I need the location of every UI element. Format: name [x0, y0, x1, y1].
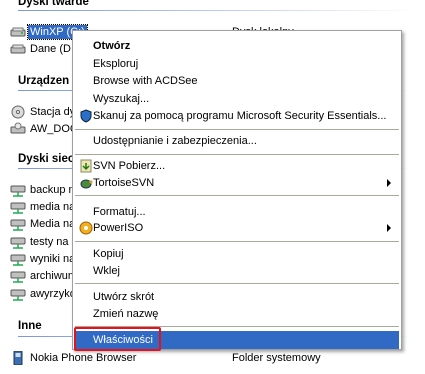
menu-item-sharing[interactable]: Udostępnianie i zabezpieczenia... [75, 132, 399, 150]
menu-item-label: PowerISO [93, 222, 144, 234]
menu-separator [75, 283, 399, 284]
drive-label: Stacja dy [30, 106, 76, 118]
network-drive-icon [10, 252, 26, 266]
section-header-hard-disks: Dyski twarde [18, 0, 89, 8]
menu-item-tortoisesvn[interactable]: TortoiseSVN [75, 174, 399, 192]
network-drive-wyniki[interactable]: wyniki na [10, 251, 77, 267]
menu-item-create-shortcut[interactable]: Utwórz skrót [75, 288, 399, 306]
network-drive-awyrzyko[interactable]: awyrzyko [10, 286, 78, 302]
menu-separator [75, 195, 399, 196]
nokia-phone-browser[interactable]: Nokia Phone Browser [10, 350, 138, 366]
network-drive-media-2[interactable]: Media na [10, 216, 77, 232]
menu-separator [75, 241, 399, 242]
section-header-removable: Urządzen [18, 75, 70, 87]
menu-item-label: SVN Pobierz... [93, 160, 166, 172]
network-drive-testy[interactable]: testy na . [10, 234, 77, 250]
section-divider [18, 10, 418, 11]
drive-stacja[interactable]: Stacja dy [10, 104, 77, 120]
optical-drive-icon [10, 105, 26, 119]
menu-item-explore[interactable]: Eksploruj [75, 55, 399, 73]
cd-drive-icon [10, 122, 26, 136]
menu-item-paste[interactable]: Wklej [75, 262, 399, 280]
section-header-network: Dyski siec [18, 153, 75, 165]
menu-separator [75, 129, 399, 130]
menu-item-scan[interactable]: Skanuj za pomocą programu Microsoft Secu… [75, 107, 399, 125]
item-label: Nokia Phone Browser [30, 352, 137, 364]
menu-item-label: Browse with ACDSee [93, 75, 198, 87]
submenu-arrow-icon [387, 224, 391, 232]
menu-item-label: Kopiuj [93, 248, 124, 260]
network-drive-icon [10, 183, 26, 197]
drive-label: Media na [30, 218, 76, 230]
highlight-box [74, 327, 161, 351]
submenu-arrow-icon [387, 179, 391, 187]
network-drive-icon [10, 269, 26, 283]
menu-separator [75, 154, 399, 155]
svn-update-icon [79, 159, 93, 173]
drive-aw-doc[interactable]: AW_DOC [10, 121, 80, 137]
context-menu: Otwórz Eksploruj Browse with ACDSee Wysz… [72, 30, 402, 350]
hard-drive-icon [10, 25, 26, 39]
network-drive-media[interactable]: media na [10, 199, 77, 215]
network-drive-icon [10, 217, 26, 231]
drive-label: awyrzyko [30, 288, 76, 300]
phone-icon [10, 351, 26, 365]
menu-item-label: Wklej [93, 265, 120, 277]
menu-item-label: Eksploruj [93, 58, 139, 70]
shield-icon [79, 109, 93, 123]
menu-item-label: Formatuj... [93, 206, 146, 218]
tortoisesvn-icon [79, 176, 93, 190]
menu-item-svn-update[interactable]: SVN Pobierz... [75, 157, 399, 175]
drive-dane[interactable]: Dane (D:) [10, 41, 80, 57]
menu-item-label: TortoiseSVN [93, 177, 155, 189]
menu-item-label: Udostępnianie i zabezpieczenia... [93, 135, 257, 147]
menu-item-open[interactable]: Otwórz [75, 37, 399, 55]
network-drive-icon [10, 287, 26, 301]
menu-item-browse-acdsee[interactable]: Browse with ACDSee [75, 72, 399, 90]
menu-item-label: Zmień nazwę [93, 308, 159, 320]
network-drive-icon [10, 200, 26, 214]
network-drive-icon [10, 235, 26, 249]
item-type: Folder systemowy [232, 352, 321, 364]
drive-label: media na [30, 201, 76, 213]
menu-item-label: Wyszukaj... [93, 93, 150, 105]
menu-item-label: Otwórz [93, 40, 131, 52]
hard-drive-icon [10, 42, 26, 56]
menu-item-search[interactable]: Wyszukaj... [75, 90, 399, 108]
drive-label: testy na . [30, 236, 75, 248]
menu-item-rename[interactable]: Zmień nazwę [75, 305, 399, 323]
menu-item-label: Skanuj za pomocą programu Microsoft Secu… [93, 110, 387, 122]
menu-item-copy[interactable]: Kopiuj [75, 245, 399, 263]
drive-label: wyniki na [30, 253, 76, 265]
poweriso-icon [79, 221, 93, 235]
menu-item-poweriso[interactable]: PowerISO [75, 219, 399, 237]
network-drive-archiwum[interactable]: archiwum [10, 268, 79, 284]
menu-item-label: Utwórz skrót [93, 291, 155, 303]
section-header-other: Inne [18, 320, 42, 332]
